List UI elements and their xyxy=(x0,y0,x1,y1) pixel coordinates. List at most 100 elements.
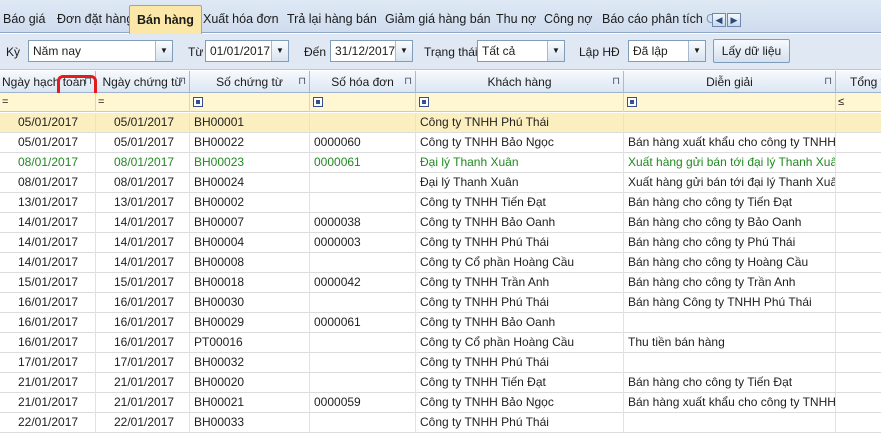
cell-voucher-no[interactable]: BH00018 xyxy=(190,273,310,293)
cell-voucher-no[interactable]: BH00029 xyxy=(190,313,310,333)
table-row[interactable]: 15/01/2017 15/01/2017 BH00018 0000042 Cô… xyxy=(0,273,881,293)
table-row[interactable]: 13/01/2017 13/01/2017 BH00002 Công ty TN… xyxy=(0,193,881,213)
chevron-down-icon[interactable]: ▼ xyxy=(155,41,172,61)
period-label: Kỳ xyxy=(6,45,21,59)
filter-posting-date[interactable]: = xyxy=(0,93,96,112)
cell-invoice-no xyxy=(310,373,416,393)
pin-icon[interactable]: ⊓ xyxy=(178,71,186,93)
cell-description: Thu tiền bán hàng xyxy=(624,333,836,353)
filter-customer[interactable] xyxy=(416,93,624,112)
tab-xuat-hoa-don[interactable]: Xuất hóa đơn xyxy=(203,5,279,33)
filter-total[interactable]: ≤ xyxy=(836,93,881,112)
cell-invoice-no xyxy=(310,173,416,193)
chevron-down-icon[interactable]: ▼ xyxy=(395,41,412,61)
table-row[interactable]: 08/01/2017 08/01/2017 BH00024 Đại lý Tha… xyxy=(0,173,881,193)
cell-voucher-no[interactable]: BH00021 xyxy=(190,393,310,413)
chevron-down-icon[interactable]: ▼ xyxy=(688,41,705,61)
col-header-voucher-no[interactable]: Số chứng từ ⊓ xyxy=(190,71,310,93)
col-header-label: Ngày chứng từ xyxy=(102,75,183,89)
cell-voucher-no[interactable]: PT00016 xyxy=(190,333,310,353)
cell-description: Xuất hàng gửi bán tới đại lý Thanh Xuân xyxy=(624,173,836,193)
cell-voucher-no[interactable]: BH00008 xyxy=(190,253,310,273)
tab-bao-gia[interactable]: Báo giá xyxy=(3,5,45,33)
table-row[interactable]: 17/01/2017 17/01/2017 BH00032 Công ty TN… xyxy=(0,353,881,373)
tab-cong-no[interactable]: Công nợ xyxy=(544,5,593,33)
fetch-data-button[interactable]: Lấy dữ liệu xyxy=(713,39,790,63)
cell-posting-date: 14/01/2017 xyxy=(0,233,96,253)
chevron-down-icon[interactable]: ▼ xyxy=(271,41,288,61)
pin-icon[interactable]: ⊓ xyxy=(824,71,832,93)
cell-description: Bán hàng cho công ty Bảo Oanh xyxy=(624,213,836,233)
status-select[interactable]: Tất cả ▼ xyxy=(477,40,565,62)
cell-voucher-no[interactable]: BH00023 xyxy=(190,153,310,173)
invoice-label: Lập HĐ xyxy=(579,45,620,59)
table-row[interactable]: 05/01/2017 05/01/2017 BH00001 Công ty TN… xyxy=(0,113,881,133)
filter-voucher-date[interactable]: = xyxy=(96,93,190,112)
chevron-left-icon[interactable]: ◀ xyxy=(712,13,726,27)
filter-invoice-no[interactable] xyxy=(310,93,416,112)
cell-posting-date: 13/01/2017 xyxy=(0,193,96,213)
cell-voucher-no[interactable]: BH00024 xyxy=(190,173,310,193)
chevron-right-icon[interactable]: ▶ xyxy=(727,13,741,27)
tab-don-dat-hang[interactable]: Đơn đặt hàng xyxy=(57,5,133,33)
invoice-status-select[interactable]: Đã lập ▼ xyxy=(628,40,706,62)
period-select[interactable]: Năm nay ▼ xyxy=(28,40,173,62)
cell-voucher-no[interactable]: BH00020 xyxy=(190,373,310,393)
cell-voucher-no[interactable]: BH00033 xyxy=(190,413,310,433)
table-row[interactable]: 05/01/2017 05/01/2017 BH00022 0000060 Cô… xyxy=(0,133,881,153)
filter-operator[interactable]: = xyxy=(2,93,8,111)
table-row[interactable]: 22/01/2017 22/01/2017 BH00033 Công ty TN… xyxy=(0,413,881,433)
tab-giam-gia-hang-ban[interactable]: Giảm giá hàng bán xyxy=(385,5,491,33)
cell-invoice-no: 0000003 xyxy=(310,233,416,253)
filter-operator[interactable]: ≤ xyxy=(838,93,844,111)
filter-marker-icon[interactable] xyxy=(193,97,203,107)
filter-voucher-no[interactable] xyxy=(190,93,310,112)
cell-customer: Công ty TNHH Tiến Đạt xyxy=(416,193,624,213)
pin-icon[interactable]: ⊓ xyxy=(404,71,412,93)
col-header-total[interactable]: Tổng tiề xyxy=(836,71,881,93)
filter-description[interactable] xyxy=(624,93,836,112)
cell-posting-date: 17/01/2017 xyxy=(0,353,96,373)
tab-tra-lai-hang-ban[interactable]: Trả lại hàng bán xyxy=(287,5,377,33)
filter-marker-icon[interactable] xyxy=(419,97,429,107)
cell-voucher-no[interactable]: BH00004 xyxy=(190,233,310,253)
cell-voucher-no[interactable]: BH00007 xyxy=(190,213,310,233)
col-header-customer[interactable]: Khách hàng ⊓ xyxy=(416,71,624,93)
cell-invoice-no xyxy=(310,333,416,353)
cell-description xyxy=(624,313,836,333)
pin-icon[interactable]: ⊓ xyxy=(298,71,306,93)
filter-marker-icon[interactable] xyxy=(313,97,323,107)
cell-customer: Công ty TNHH Trần Anh xyxy=(416,273,624,293)
table-row[interactable]: 16/01/2017 16/01/2017 BH00029 0000061 Cô… xyxy=(0,313,881,333)
pin-icon[interactable]: ⊓ xyxy=(612,71,620,93)
col-header-voucher-date[interactable]: Ngày chứng từ ⊓ xyxy=(96,71,190,93)
table-row[interactable]: 14/01/2017 14/01/2017 BH00007 0000038 Cô… xyxy=(0,213,881,233)
cell-voucher-no[interactable]: BH00001 xyxy=(190,113,310,133)
table-row[interactable]: 21/01/2017 21/01/2017 BH00021 0000059 Cô… xyxy=(0,393,881,413)
from-date-picker[interactable]: 01/01/2017 ▼ xyxy=(205,40,289,62)
col-header-invoice-no[interactable]: Số hóa đơn ⊓ xyxy=(310,71,416,93)
table-row[interactable]: 14/01/2017 14/01/2017 BH00004 0000003 Cô… xyxy=(0,233,881,253)
tab-thu-no[interactable]: Thu nợ xyxy=(496,5,536,33)
tab-bao-cao-phan-tich[interactable]: Báo cáo phân tích xyxy=(602,5,703,33)
table-row[interactable]: 14/01/2017 14/01/2017 BH00008 Công ty Cổ… xyxy=(0,253,881,273)
cell-voucher-no[interactable]: BH00032 xyxy=(190,353,310,373)
table-row[interactable]: 16/01/2017 16/01/2017 PT00016 Công ty Cổ… xyxy=(0,333,881,353)
cell-description xyxy=(624,113,836,133)
cell-voucher-no[interactable]: BH00002 xyxy=(190,193,310,213)
cell-total xyxy=(836,353,881,373)
table-row[interactable]: 16/01/2017 16/01/2017 BH00030 Công ty TN… xyxy=(0,293,881,313)
chevron-down-icon[interactable]: ▼ xyxy=(547,41,564,61)
cell-voucher-date: 16/01/2017 xyxy=(96,313,190,333)
table-row[interactable]: 21/01/2017 21/01/2017 BH00020 Công ty TN… xyxy=(0,373,881,393)
cell-voucher-no[interactable]: BH00030 xyxy=(190,293,310,313)
to-date-picker[interactable]: 31/12/2017 ▼ xyxy=(330,40,413,62)
filter-operator[interactable]: = xyxy=(98,93,104,111)
col-header-description[interactable]: Diễn giải ⊓ xyxy=(624,71,836,93)
filter-marker-icon[interactable] xyxy=(627,97,637,107)
cell-total xyxy=(836,333,881,353)
table-row[interactable]: 08/01/2017 08/01/2017 BH00023 0000061 Đạ… xyxy=(0,153,881,173)
cell-voucher-no[interactable]: BH00022 xyxy=(190,133,310,153)
tab-ban-hang[interactable]: Bán hàng xyxy=(129,5,202,34)
cell-invoice-no xyxy=(310,253,416,273)
